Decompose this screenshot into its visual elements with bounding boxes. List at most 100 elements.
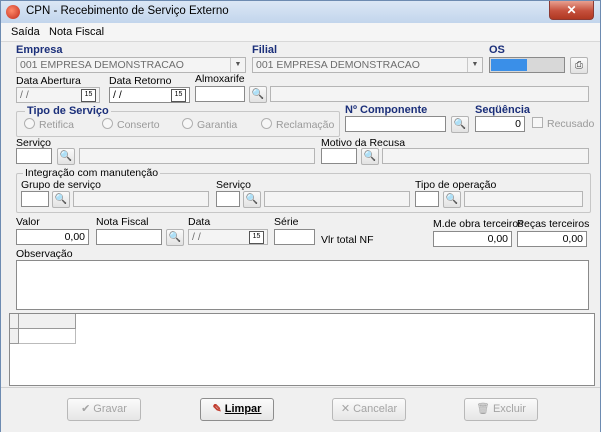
excluir-button[interactable]: 🗑 Excluir	[464, 398, 538, 421]
motivo-recusa-code-input[interactable]	[321, 148, 357, 164]
data-field[interactable]: / / 15	[188, 229, 268, 245]
limpar-button[interactable]: ✎ Limpar	[200, 398, 274, 421]
radio-garantia[interactable]: Garantia	[182, 118, 237, 131]
tipo-operacao-name-field	[464, 191, 583, 207]
os-field[interactable]	[489, 57, 565, 73]
binoculars-search-icon[interactable]: 🔍	[243, 191, 261, 208]
servico-code-input[interactable]	[16, 148, 52, 164]
componente-input[interactable]	[345, 116, 446, 132]
tipo-servico-title: Tipo de Serviço	[25, 105, 111, 117]
calendar-icon[interactable]: 15	[171, 89, 186, 102]
integracao-servico-name-field	[264, 191, 410, 207]
gravar-button[interactable]: ✔ Gravar	[67, 398, 141, 421]
data-abertura-value: / /	[20, 89, 29, 101]
valor-label: Valor	[16, 216, 40, 228]
motivo-recusa-name-field	[382, 148, 589, 164]
nota-fiscal-input[interactable]	[96, 229, 162, 245]
grupo-servico-name-field	[73, 191, 209, 207]
radio-conserto[interactable]: Conserto	[102, 118, 160, 131]
calendar-icon[interactable]: 15	[81, 89, 96, 102]
menu-nota-fiscal[interactable]: Nota Fiscal	[49, 26, 104, 38]
grid-corner	[10, 314, 19, 329]
cancelar-button[interactable]: ✕ Cancelar	[332, 398, 406, 421]
empresa-select[interactable]: 001 EMPRESA DEMONSTRACAO ▼	[16, 57, 246, 73]
valor-input[interactable]: 0,00	[16, 229, 89, 245]
mobra-label: M.de obra terceiros	[433, 218, 524, 230]
filial-label: Filial	[252, 44, 278, 56]
data-abertura-field[interactable]: / / 15	[16, 87, 100, 103]
observacao-label: Observação	[16, 248, 73, 260]
servico-name-field	[79, 148, 315, 164]
menu-saida[interactable]: Saída	[11, 26, 40, 38]
binoculars-search-icon[interactable]: 🔍	[451, 116, 469, 133]
window-title: CPN - Recebimento de Serviço Externo	[26, 5, 229, 17]
almoxarife-name-field	[270, 86, 589, 102]
almoxarife-code-input[interactable]	[195, 86, 245, 102]
mobra-input[interactable]: 0,00	[433, 231, 512, 247]
grupo-servico-label: Grupo de serviço	[21, 179, 101, 191]
filial-select[interactable]: 001 EMPRESA DEMONSTRACAO ▼	[252, 57, 483, 73]
empresa-label: Empresa	[16, 44, 63, 56]
close-button[interactable]: ✕	[549, 1, 594, 20]
data-retorno-value: / /	[113, 89, 122, 101]
integracao-title: Integração com manutenção	[23, 167, 161, 179]
title-bar: CPN - Recebimento de Serviço Externo ✕	[1, 1, 600, 23]
binoculars-search-icon[interactable]: 🔍	[443, 191, 461, 208]
grid-column-header[interactable]	[19, 314, 76, 329]
radio-retifica-label: Retifica	[39, 119, 75, 131]
radio-icon	[261, 118, 272, 129]
radio-garantia-label: Garantia	[197, 119, 238, 131]
pecas-input[interactable]: 0,00	[517, 231, 587, 247]
empresa-value: 001 EMPRESA DEMONSTRACAO	[20, 59, 184, 71]
trash-icon: 🗑	[476, 403, 490, 415]
app-logo-icon	[6, 5, 20, 19]
check-icon: ✔	[81, 403, 91, 415]
grupo-servico-code-input[interactable]	[21, 191, 49, 207]
data-label: Data	[188, 216, 211, 228]
checkbox-icon	[532, 117, 543, 128]
grid-cell[interactable]	[19, 329, 76, 344]
tipo-operacao-label: Tipo de operação	[415, 179, 497, 191]
serie-input[interactable]	[274, 229, 315, 245]
binoculars-search-icon[interactable]: 🔍	[361, 148, 379, 165]
componente-label: Nº Componente	[345, 104, 428, 116]
grid-row-indicator[interactable]	[10, 329, 19, 344]
integracao-servico-label: Serviço	[216, 179, 252, 191]
menu-bar: Saída Nota Fiscal	[1, 23, 600, 42]
gravar-label: Gravar	[93, 403, 127, 415]
data-value: / /	[192, 231, 201, 243]
binoculars-search-icon[interactable]: 🔍	[249, 86, 267, 103]
close-icon: ✕	[340, 403, 351, 415]
os-label: OS	[489, 44, 505, 56]
tipo-operacao-code-input[interactable]	[415, 191, 439, 207]
print-icon[interactable]: ⎙	[570, 57, 588, 74]
pecas-label: Peças terceiros	[517, 218, 590, 230]
filial-value: 001 EMPRESA DEMONSTRACAO	[256, 59, 420, 71]
integracao-servico-code-input[interactable]	[216, 191, 240, 207]
button-bar: ✔ Gravar ✎ Limpar ✕ Cancelar 🗑 Excluir	[1, 387, 600, 432]
recusado-checkbox[interactable]: Recusado	[532, 117, 594, 130]
binoculars-search-icon[interactable]: 🔍	[52, 191, 70, 208]
recusado-label: Recusado	[547, 118, 595, 130]
excluir-label: Excluir	[492, 403, 526, 415]
chevron-down-icon[interactable]: ▼	[230, 58, 245, 72]
serie-label: Série	[274, 216, 299, 228]
items-grid[interactable]	[9, 313, 595, 386]
data-retorno-label: Data Retorno	[109, 75, 172, 87]
sequencia-input[interactable]: 0	[475, 116, 525, 132]
radio-icon	[24, 118, 35, 129]
radio-reclamacao[interactable]: Reclamação	[261, 118, 334, 131]
data-retorno-field[interactable]: / / 15	[109, 87, 190, 103]
radio-icon	[102, 118, 113, 129]
nota-fiscal-label: Nota Fiscal	[96, 216, 149, 228]
binoculars-search-icon[interactable]: 🔍	[57, 148, 75, 165]
data-abertura-label: Data Abertura	[16, 75, 81, 87]
calendar-icon[interactable]: 15	[249, 231, 264, 244]
eraser-icon: ✎	[212, 403, 222, 415]
chevron-down-icon[interactable]: ▼	[467, 58, 482, 72]
sequencia-label: Seqüência	[475, 104, 531, 116]
radio-retifica[interactable]: Retifica	[24, 118, 74, 131]
observacao-textarea[interactable]	[16, 260, 589, 310]
binoculars-search-icon[interactable]: 🔍	[166, 229, 184, 246]
vlr-total-nf-label: Vlr total NF	[321, 234, 374, 246]
